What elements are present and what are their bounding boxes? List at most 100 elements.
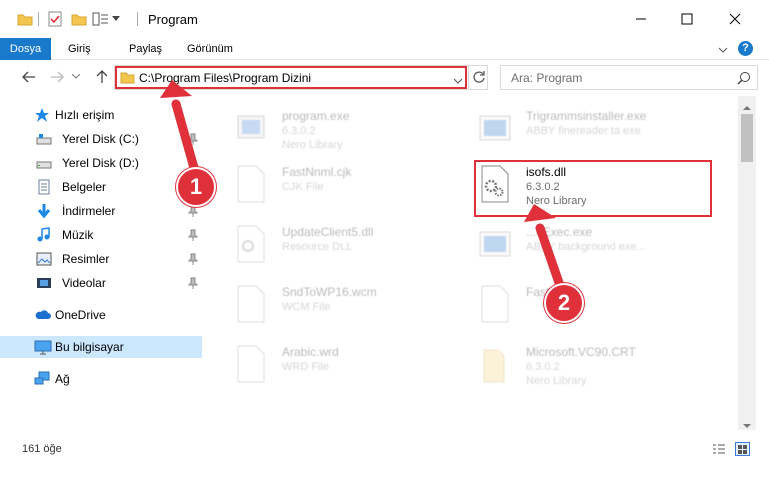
title-bar: Program bbox=[0, 0, 769, 38]
sidebar-item-label: Yerel Disk (C:) bbox=[62, 132, 139, 146]
sidebar-item-pictures[interactable]: Resimler bbox=[0, 248, 202, 270]
drive-icon bbox=[36, 155, 52, 171]
large-icons-view-icon[interactable] bbox=[735, 442, 750, 456]
file-type: ABBY finereader ta exe bbox=[526, 125, 641, 137]
pin-icon[interactable] bbox=[187, 277, 199, 292]
highlight-box bbox=[474, 160, 712, 217]
generic-file-icon bbox=[234, 284, 268, 324]
recent-locations-button[interactable] bbox=[70, 68, 82, 86]
scrollbar-thumb[interactable] bbox=[741, 114, 753, 162]
file-item[interactable]: Fast...cjk bbox=[478, 280, 718, 332]
file-name: Arabic.wrd bbox=[282, 345, 339, 359]
forward-button[interactable] bbox=[48, 68, 66, 86]
file-item[interactable]: ...eExec.exe ABBY background exe... bbox=[478, 220, 718, 272]
file-item[interactable]: UpdateClient5.dll Resource DLL bbox=[234, 220, 474, 272]
file-item[interactable]: Trigrammsinstaller.exe ABBY finereader t… bbox=[478, 104, 718, 156]
sidebar-item-label: Ağ bbox=[55, 372, 70, 386]
sidebar-item-downloads[interactable]: İndirmeler bbox=[0, 200, 202, 222]
sidebar-item-label: Hızlı erişim bbox=[55, 108, 115, 122]
file-type: CJK File bbox=[282, 181, 324, 193]
step-badge-1: 1 bbox=[176, 167, 216, 207]
scroll-up-icon[interactable] bbox=[743, 100, 751, 114]
sidebar-item-label: Belgeler bbox=[62, 180, 107, 194]
tab-file[interactable]: Dosya bbox=[0, 38, 51, 60]
back-arrow-icon bbox=[22, 71, 35, 83]
close-icon bbox=[729, 13, 741, 25]
navigation-bar: C:\Program Files\Program Dizini Ara: Pro… bbox=[0, 60, 769, 94]
file-description: Nero Library bbox=[526, 375, 587, 387]
file-name: Trigrammsinstaller.exe bbox=[526, 109, 647, 123]
download-icon bbox=[36, 203, 52, 219]
tab-share[interactable]: Paylaş bbox=[129, 38, 162, 60]
videos-icon bbox=[36, 275, 52, 291]
view-options-icon[interactable] bbox=[92, 10, 110, 28]
sidebar-item-quick-access[interactable]: Hızlı erişim bbox=[0, 104, 202, 126]
item-count: 161 öğe bbox=[22, 443, 62, 455]
details-view-icon[interactable] bbox=[712, 443, 726, 458]
sidebar-item-label: Müzik bbox=[62, 228, 94, 242]
folder-file-icon bbox=[478, 344, 512, 384]
file-item[interactable]: Microsoft.VC90.CRT 6.3.0.2 Nero Library bbox=[478, 340, 718, 392]
computer-icon bbox=[34, 339, 52, 355]
sidebar-item-videos[interactable]: Videolar bbox=[0, 272, 202, 294]
scroll-down-icon[interactable] bbox=[743, 418, 751, 432]
sidebar-item-documents[interactable]: Belgeler bbox=[0, 176, 202, 198]
sidebar-item-label: Bu bilgisayar bbox=[55, 340, 124, 354]
customize-toolbar-icon[interactable] bbox=[110, 10, 122, 28]
file-version: 6.3.0.2 bbox=[282, 125, 316, 137]
maximize-button[interactable] bbox=[664, 0, 710, 38]
sidebar-item-label: Videolar bbox=[62, 276, 106, 290]
minimize-button[interactable] bbox=[618, 0, 664, 38]
file-item[interactable]: program.exe 6.3.0.2 Nero Library bbox=[234, 104, 474, 156]
file-name: UpdateClient5.dll bbox=[282, 225, 374, 239]
help-icon[interactable]: ? bbox=[738, 41, 753, 56]
file-name: ...eExec.exe bbox=[526, 225, 593, 239]
sidebar-item-music[interactable]: Müzik bbox=[0, 224, 202, 246]
divider bbox=[137, 12, 138, 26]
close-button[interactable] bbox=[712, 0, 758, 38]
file-item[interactable]: SndToWP16.wcm WCM File bbox=[234, 280, 474, 332]
search-input[interactable]: Ara: Program bbox=[500, 65, 758, 90]
dll-file-icon bbox=[234, 224, 268, 264]
search-placeholder: Ara: Program bbox=[511, 71, 583, 85]
address-dropdown-icon[interactable] bbox=[453, 74, 463, 88]
sidebar-item-disk-c[interactable]: Yerel Disk (C:) bbox=[0, 128, 202, 150]
sidebar-item-label: İndirmeler bbox=[62, 204, 116, 218]
up-button[interactable] bbox=[93, 68, 111, 86]
sidebar-item-network[interactable]: Ağ bbox=[0, 368, 202, 390]
pin-icon[interactable] bbox=[187, 253, 199, 268]
sidebar-item-this-pc[interactable]: Bu bilgisayar bbox=[0, 336, 202, 358]
pictures-icon bbox=[36, 251, 52, 267]
properties-icon[interactable] bbox=[46, 10, 64, 28]
refresh-icon[interactable] bbox=[472, 70, 486, 87]
address-path[interactable]: C:\Program Files\Program Dizini bbox=[139, 71, 311, 85]
expand-ribbon-icon[interactable] bbox=[718, 44, 728, 58]
pin-icon[interactable] bbox=[187, 133, 199, 148]
sidebar-item-disk-d[interactable]: Yerel Disk (D:) bbox=[0, 152, 202, 174]
generic-file-icon bbox=[234, 164, 268, 204]
navigation-pane: Hızlı erişim Yerel Disk (C:) Yerel Disk … bbox=[0, 96, 206, 430]
back-button[interactable] bbox=[20, 68, 38, 86]
new-folder-icon[interactable] bbox=[70, 10, 88, 28]
maximize-icon bbox=[681, 13, 693, 25]
minimize-icon bbox=[636, 18, 646, 20]
file-item[interactable]: Arabic.wrd WRD File bbox=[234, 340, 474, 392]
address-bar[interactable]: C:\Program Files\Program Dizini bbox=[114, 65, 488, 90]
file-description: Nero Library bbox=[282, 139, 343, 151]
file-type: ABBY background exe... bbox=[526, 241, 646, 253]
pin-icon[interactable] bbox=[187, 229, 199, 244]
vertical-scrollbar[interactable] bbox=[738, 96, 756, 430]
sidebar-item-onedrive[interactable]: OneDrive bbox=[0, 304, 202, 326]
pin-icon[interactable] bbox=[187, 205, 199, 220]
chevron-down-icon bbox=[72, 74, 80, 79]
search-icon[interactable] bbox=[737, 71, 751, 88]
file-type: WCM File bbox=[282, 301, 331, 313]
file-name: SndToWP16.wcm bbox=[282, 285, 377, 299]
tab-view[interactable]: Görünüm bbox=[187, 38, 233, 60]
generic-file-icon bbox=[478, 284, 512, 324]
cloud-icon bbox=[34, 307, 51, 323]
folder-icon[interactable] bbox=[16, 10, 34, 28]
drive-icon bbox=[36, 131, 52, 147]
file-item[interactable]: FastNnml.cjk CJK File bbox=[234, 160, 474, 212]
tab-home[interactable]: Giriş bbox=[68, 38, 91, 60]
